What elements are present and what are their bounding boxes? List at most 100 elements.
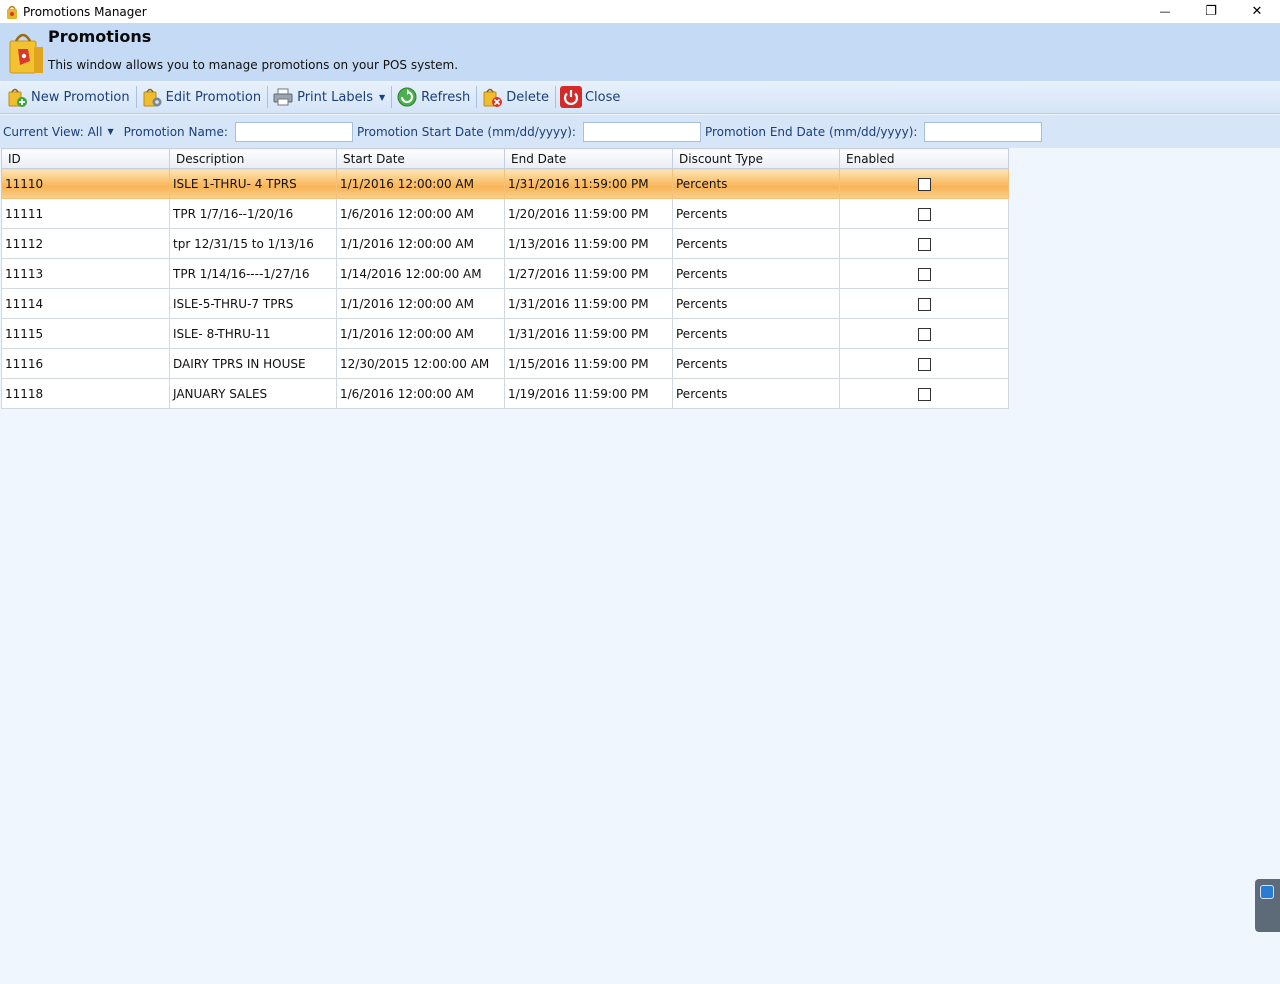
column-header-description[interactable]: Description — [169, 148, 337, 169]
minimize-button[interactable]: — — [1142, 0, 1188, 23]
toolbar: New Promotion Edit Promotion Print Label… — [0, 81, 1280, 114]
promotion-name-input[interactable] — [234, 121, 353, 142]
toolbar-separator — [476, 86, 478, 108]
refresh-label: Refresh — [421, 89, 471, 105]
grid-header-row: ID Description Start Date End Date Disco… — [1, 148, 1009, 169]
column-header-enabled[interactable]: Enabled — [839, 148, 1009, 169]
cell-enabled — [839, 198, 1009, 229]
promotion-name-label: Promotion Name: — [123, 124, 228, 139]
edit-promotion-button[interactable]: Edit Promotion — [139, 84, 265, 110]
column-header-discount-type[interactable]: Discount Type — [672, 148, 840, 169]
enabled-checkbox[interactable] — [917, 387, 931, 401]
cell-discount-type: Percents — [672, 288, 840, 319]
table-row[interactable]: 11116 DAIRY TPRS IN HOUSE 12/30/2015 12:00… — [1, 348, 1009, 379]
refresh-button[interactable]: Refresh — [394, 84, 474, 110]
cell-end-date: 1/19/2016 11:59:00 PM — [504, 378, 673, 409]
enabled-checkbox[interactable] — [917, 207, 931, 221]
remote-support-widget[interactable] — [1255, 879, 1280, 932]
restore-icon: ❐ — [1205, 4, 1217, 19]
column-header-start-date[interactable]: Start Date — [336, 148, 505, 169]
cell-enabled — [839, 258, 1009, 289]
cell-start-date: 1/1/2016 12:00:00 AM — [336, 318, 505, 349]
cell-enabled — [839, 378, 1009, 409]
enabled-checkbox[interactable] — [917, 267, 931, 281]
cell-end-date: 1/20/2016 11:59:00 PM — [504, 198, 673, 229]
start-date-input[interactable] — [582, 121, 701, 142]
print-labels-button[interactable]: Print Labels ▼ — [270, 84, 389, 110]
cell-end-date: 1/31/2016 11:59:00 PM — [504, 318, 673, 349]
cell-enabled — [839, 168, 1009, 199]
cell-id: 11118 — [1, 378, 170, 409]
restore-button[interactable]: ❐ — [1188, 0, 1234, 23]
enabled-checkbox[interactable] — [917, 297, 931, 311]
cell-discount-type: Percents — [672, 198, 840, 229]
enabled-checkbox[interactable] — [917, 327, 931, 341]
cell-enabled — [839, 288, 1009, 319]
print-labels-label: Print Labels — [297, 89, 373, 105]
new-promotion-button[interactable]: New Promotion — [4, 84, 134, 110]
cell-end-date: 1/31/2016 11:59:00 PM — [504, 168, 673, 199]
cell-enabled — [839, 228, 1009, 259]
cell-id: 11114 — [1, 288, 170, 319]
delete-button[interactable]: Delete — [479, 84, 553, 110]
enabled-checkbox[interactable] — [917, 357, 931, 371]
cell-start-date: 1/14/2016 12:00:00 AM — [336, 258, 505, 289]
chevron-down-icon: ▼ — [107, 127, 114, 136]
close-button[interactable]: Close — [558, 84, 624, 110]
cell-description: ISLE- 8-THRU-11 — [169, 318, 337, 349]
end-date-label: Promotion End Date (mm/dd/yyyy): — [704, 124, 918, 139]
close-label: Close — [584, 89, 621, 105]
close-window-button[interactable]: ✕ — [1234, 0, 1280, 23]
cell-description: DAIRY TPRS IN HOUSE — [169, 348, 337, 379]
cell-start-date: 1/1/2016 12:00:00 AM — [336, 228, 505, 259]
cell-start-date: 12/30/2015 12:00:00 AM — [336, 348, 505, 379]
page-header: Promotions This window allows you to man… — [0, 23, 1280, 81]
cell-id: 11110 — [1, 168, 170, 199]
close-icon: ✕ — [1251, 4, 1263, 19]
cell-start-date: 1/1/2016 12:00:00 AM — [336, 168, 505, 199]
table-row[interactable]: 11112 tpr 12/31/15 to 1/13/16 1/1/2016 12:… — [1, 228, 1009, 259]
column-header-id[interactable]: ID — [1, 148, 170, 169]
cell-enabled — [839, 318, 1009, 349]
table-row[interactable]: 11114 ISLE-5-THRU-7 TPRS 1/1/2016 12:00:00… — [1, 288, 1009, 319]
promotions-grid: ID Description Start Date End Date Disco… — [1, 148, 1009, 409]
current-view-dropdown[interactable]: Current View: All ▼ — [3, 125, 124, 139]
minimize-icon: — — [1159, 5, 1171, 18]
title-bar: Promotions Manager — ❐ ✕ — [0, 0, 1280, 23]
table-row[interactable]: 11111 TPR 1/7/16--1/20/16 1/6/2016 12:00:0… — [1, 198, 1009, 229]
cell-start-date: 1/1/2016 12:00:00 AM — [336, 288, 505, 319]
cell-end-date: 1/13/2016 11:59:00 PM — [504, 228, 673, 259]
cell-description: TPR 1/14/16----1/27/16 — [169, 258, 337, 289]
cell-discount-type: Percents — [672, 378, 840, 409]
table-row[interactable]: 11118 JANUARY SALES 1/6/2016 12:00:00 AM 1/… — [1, 378, 1009, 409]
toolbar-separator — [135, 86, 137, 108]
cell-start-date: 1/6/2016 12:00:00 AM — [336, 198, 505, 229]
cell-end-date: 1/27/2016 11:59:00 PM — [504, 258, 673, 289]
cell-description: ISLE-5-THRU-7 TPRS — [169, 288, 337, 319]
current-view-label: Current View: All — [3, 124, 103, 139]
column-header-end-date[interactable]: End Date — [504, 148, 673, 169]
table-row[interactable]: 11110 ISLE 1-THRU- 4 TPRS 1/1/2016 12:00:0… — [1, 168, 1009, 199]
cell-id: 11116 — [1, 348, 170, 379]
end-date-input[interactable] — [924, 121, 1043, 142]
edit-promotion-icon — [141, 86, 163, 108]
chevron-down-icon[interactable]: ▼ — [379, 93, 385, 102]
cell-description: ISLE 1-THRU- 4 TPRS — [169, 168, 337, 199]
toolbar-separator — [267, 86, 269, 108]
enabled-checkbox[interactable] — [917, 177, 931, 191]
page-title: Promotions — [48, 27, 152, 46]
shopping-bag-icon — [4, 27, 46, 75]
cell-description: tpr 12/31/15 to 1/13/16 — [169, 228, 337, 259]
cell-enabled — [839, 348, 1009, 379]
table-row[interactable]: 11113 TPR 1/14/16----1/27/16 1/14/2016 12:… — [1, 258, 1009, 289]
table-row[interactable]: 11115 ISLE- 8-THRU-11 1/1/2016 12:00:00 AM… — [1, 318, 1009, 349]
cell-description: JANUARY SALES — [169, 378, 337, 409]
cell-discount-type: Percents — [672, 228, 840, 259]
remote-support-icon — [1260, 885, 1274, 899]
new-promotion-label: New Promotion — [31, 89, 130, 105]
window-title: Promotions Manager — [23, 4, 147, 19]
page-subtitle: This window allows you to manage promoti… — [48, 58, 459, 72]
toolbar-separator — [554, 86, 556, 108]
cell-discount-type: Percents — [672, 258, 840, 289]
enabled-checkbox[interactable] — [917, 237, 931, 251]
